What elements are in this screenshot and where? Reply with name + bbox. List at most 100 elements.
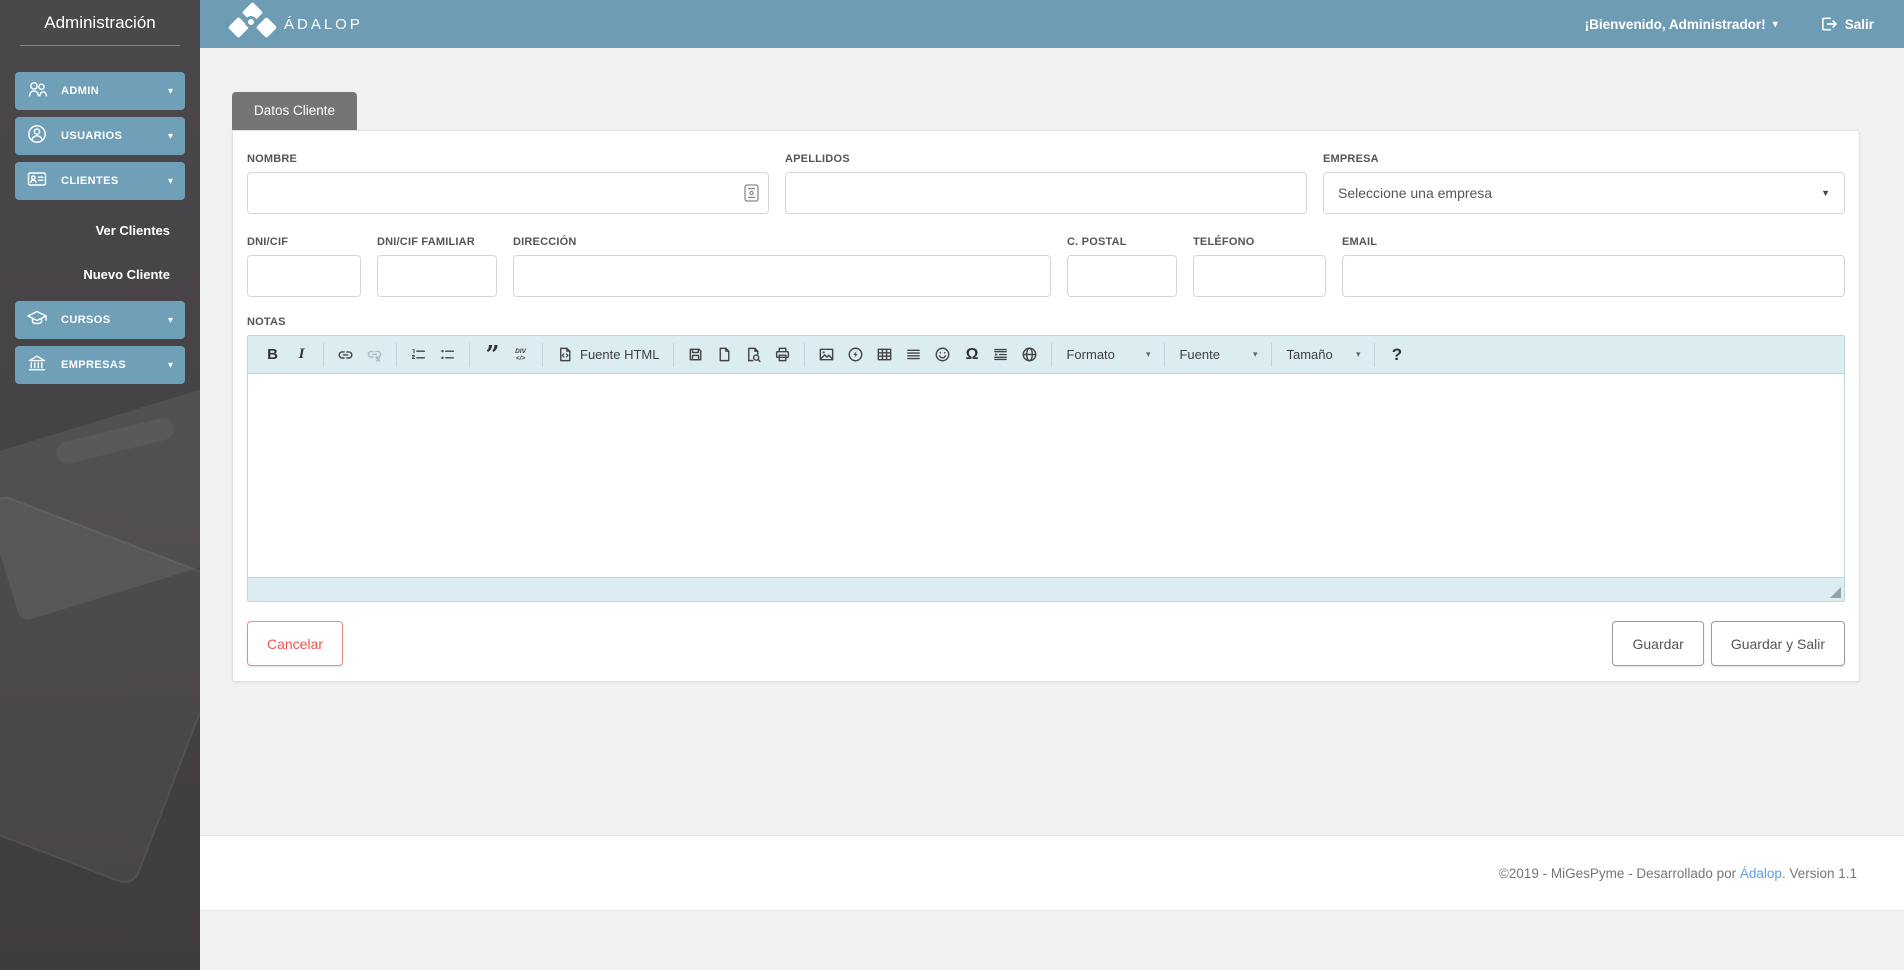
direccion-input[interactable] [513, 255, 1051, 297]
cpostal-input[interactable] [1067, 255, 1177, 297]
adalop-link[interactable]: Ádalop [1740, 866, 1782, 881]
apellidos-input[interactable] [785, 172, 1307, 214]
form-row-1: NOMBRE APELLIDOS EMPRESA Seleccione una … [247, 145, 1845, 214]
save-form-button[interactable]: Guardar [1612, 621, 1704, 666]
autofill-contact-icon[interactable] [744, 184, 759, 202]
unlink-icon [367, 350, 382, 362]
horizontal-rule-button[interactable] [900, 341, 927, 369]
omega-icon: Ω [965, 345, 979, 363]
notas-label: NOTAS [247, 316, 286, 328]
image-button[interactable] [813, 341, 840, 369]
bulleted-list-button[interactable] [434, 341, 461, 369]
toolbar-separator [323, 342, 324, 367]
size-dropdown[interactable]: Tamaño ▾ [1280, 341, 1366, 369]
globe-icon [1023, 347, 1037, 362]
submenu-item-ver-clientes[interactable]: Ver Clientes [0, 219, 170, 243]
brand-logo[interactable]: ÁDALOP [227, 1, 363, 44]
print-button[interactable] [769, 341, 796, 369]
table-button[interactable] [871, 341, 898, 369]
chevron-down-icon: ▾ [1355, 349, 1361, 359]
chevron-down-icon: ▾ [167, 130, 173, 142]
save-button[interactable] [682, 341, 709, 369]
submenu-item-nuevo-cliente[interactable]: Nuevo Cliente [0, 263, 170, 287]
dni-familiar-input[interactable] [377, 255, 497, 297]
sidebar-item-cursos[interactable]: CURSOS ▾ [15, 301, 185, 339]
italic-button[interactable]: I [288, 341, 315, 369]
form-actions: Cancelar Guardar Guardar y Salir [247, 621, 1845, 666]
sidebar-nav: ADMIN ▾ USUARIOS ▾ CLIENTES ▾ Ver Client… [0, 72, 200, 384]
sidebar-item-admin[interactable]: ADMIN ▾ [15, 72, 185, 110]
preview-icon [748, 347, 762, 363]
id-card-icon [26, 168, 48, 195]
bulleted-list-icon [441, 349, 455, 360]
toolbar-separator [673, 342, 675, 367]
flash-icon [849, 347, 863, 362]
toolbar-separator [1374, 342, 1376, 367]
flash-button[interactable] [842, 341, 869, 369]
preview-button[interactable] [740, 341, 767, 369]
resize-handle-icon[interactable] [1830, 587, 1841, 598]
print-icon [776, 347, 790, 362]
blockquote-icon: ” [485, 339, 500, 369]
unlink-button[interactable] [361, 341, 388, 369]
toolbar-separator [396, 342, 397, 367]
notas-editor-body[interactable] [248, 374, 1844, 577]
dni-input[interactable] [247, 255, 361, 297]
blockquote-button[interactable]: ” [478, 341, 505, 369]
numbered-list-button[interactable] [405, 341, 432, 369]
source-html-button[interactable]: Fuente HTML [551, 341, 665, 369]
welcome-dropdown[interactable]: ¡Bienvenido, Administrador! ▾ [1585, 17, 1778, 32]
top-header: ÁDALOP ¡Bienvenido, Administrador! ▾ Sal… [200, 0, 1904, 48]
div-container-button[interactable]: DIV </> [507, 341, 534, 369]
email-input[interactable] [1342, 255, 1845, 297]
toolbar-separator [1051, 342, 1053, 367]
tab-datos-cliente[interactable]: Datos Cliente [232, 92, 358, 130]
bold-button[interactable]: B [259, 341, 286, 369]
bold-icon: B [267, 346, 278, 363]
chevron-down-icon: ▾ [167, 314, 173, 326]
welcome-text: ¡Bienvenido, Administrador! [1584, 16, 1766, 32]
apellidos-label: APELLIDOS [785, 153, 850, 165]
page-break-button[interactable] [987, 341, 1014, 369]
dni-familiar-label: DNI/CIF FAMILIAR [377, 236, 475, 248]
format-dropdown-label: Formato [1066, 347, 1115, 362]
users-icon [26, 78, 48, 105]
direccion-label: DIRECCIÓN [513, 236, 577, 248]
toolbar-separator [1164, 342, 1166, 367]
telefono-input[interactable] [1193, 255, 1326, 297]
toolbar-separator [469, 342, 470, 367]
about-help-button[interactable]: ? [1383, 341, 1410, 369]
logout-button[interactable]: Salir [1820, 15, 1874, 33]
client-form-card: NOMBRE APELLIDOS EMPRESA Seleccione una … [232, 130, 1860, 682]
graduation-cap-icon [26, 307, 48, 334]
iframe-globe-button[interactable] [1016, 341, 1043, 369]
main-content: Datos Cliente NOMBRE APELLIDOS EMPRESA S… [200, 48, 1904, 970]
help-icon: ? [1391, 344, 1403, 364]
smiley-button[interactable] [929, 341, 956, 369]
editor-toolbar: B I ” DIV </> Fuente HTML Ω Formato ▾ Fu… [248, 336, 1844, 374]
chevron-down-icon: ▾ [1252, 349, 1258, 359]
chevron-down-icon: ▾ [1145, 349, 1151, 359]
link-button[interactable] [332, 341, 359, 369]
cancel-button[interactable]: Cancelar [247, 621, 344, 666]
italic-icon: I [298, 346, 305, 362]
new-page-button[interactable] [711, 341, 738, 369]
sidebar-bg-photo-tablet [0, 492, 200, 888]
sidebar-item-clientes[interactable]: CLIENTES ▾ [15, 162, 185, 200]
footer-text: ©2019 - MiGesPyme - Desarrollado por Áda… [1498, 865, 1857, 881]
sidebar-item-empresas[interactable]: EMPRESAS ▾ [15, 346, 185, 384]
format-dropdown[interactable]: Formato ▾ [1060, 341, 1156, 369]
nombre-input[interactable] [247, 172, 769, 214]
form-row-2: DNI/CIF DNI/CIF FAMILIAR DIRECCIÓN C. PO… [247, 214, 1845, 297]
special-character-button[interactable]: Ω [958, 341, 985, 369]
header-right: ¡Bienvenido, Administrador! ▾ Salir [1585, 15, 1874, 33]
chevron-down-icon: ▾ [167, 175, 173, 187]
empresa-select[interactable]: Seleccione una empresa ▼ [1323, 172, 1845, 214]
notas-richtext-editor: B I ” DIV </> Fuente HTML Ω Formato ▾ Fu… [247, 335, 1845, 602]
source-document-icon [560, 347, 571, 362]
email-label: EMAIL [1342, 236, 1378, 248]
font-dropdown[interactable]: Fuente ▾ [1173, 341, 1263, 369]
sidebar-item-usuarios[interactable]: USUARIOS ▾ [15, 117, 185, 155]
new-page-icon [720, 347, 730, 362]
save-and-exit-button[interactable]: Guardar y Salir [1710, 621, 1845, 666]
